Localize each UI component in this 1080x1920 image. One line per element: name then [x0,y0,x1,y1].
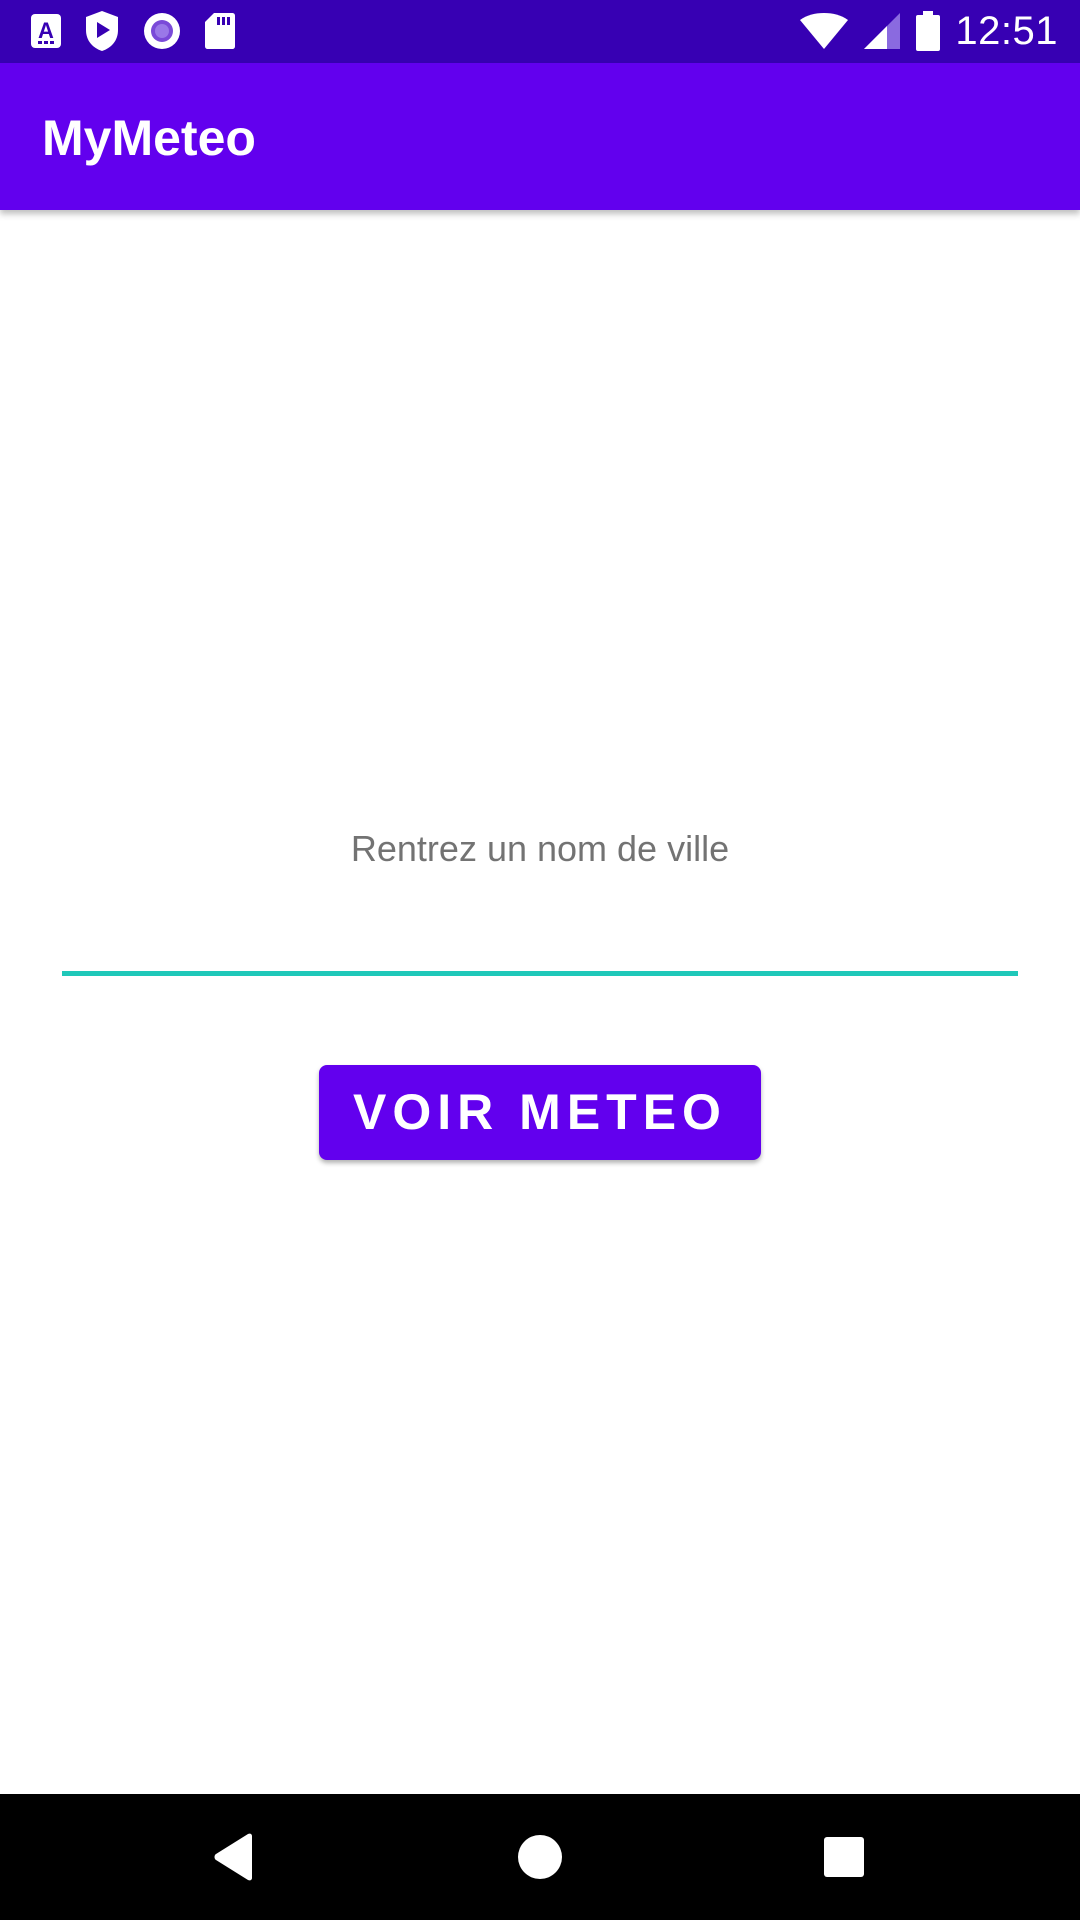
screen: A 12:51 MyMeteo Rentrez un nom de ville … [0,0,1080,1920]
record-circle-icon [144,13,180,49]
battery-icon [916,11,941,51]
voir-meteo-button[interactable]: VOIR METEO [319,1065,761,1160]
svg-text:A: A [38,18,54,43]
city-input[interactable] [62,880,1018,976]
status-right-icons: 12:51 [799,8,1058,54]
signal-icon [864,13,901,49]
city-label: Rentrez un nom de ville [350,828,730,869]
shield-play-icon [86,11,118,51]
wifi-icon [800,13,849,49]
app-title: MyMeteo [42,110,256,166]
recents-icon [824,1837,864,1877]
status-left-icons: A [30,11,236,51]
nav-home-button[interactable] [507,1824,573,1890]
home-icon [518,1835,562,1879]
status-time: 12:51 [955,8,1058,53]
app-bar: MyMeteo [0,63,1080,210]
status-bar: A 12:51 [0,0,1080,63]
font-a-icon: A [31,14,61,48]
nav-bar [0,1794,1080,1920]
nav-back-button[interactable] [201,1824,267,1890]
sd-card-icon [205,13,235,49]
nav-recents-button[interactable] [811,1824,877,1890]
back-icon [214,1833,252,1881]
